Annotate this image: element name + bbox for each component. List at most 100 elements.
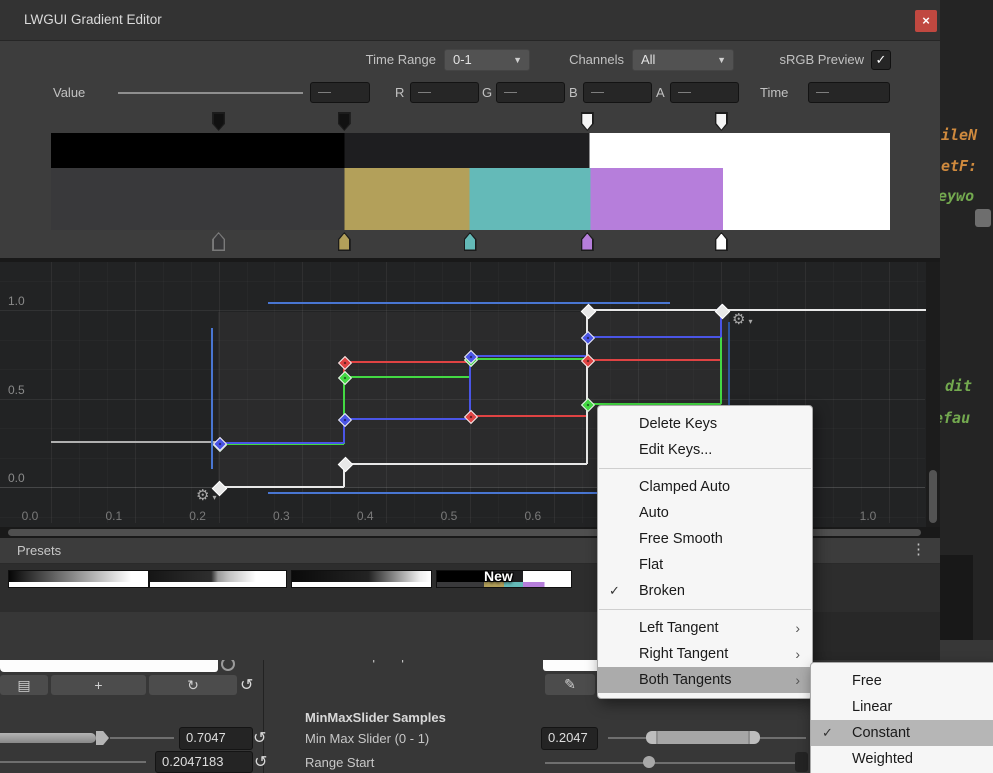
gradient-color-key[interactable] <box>581 232 594 251</box>
menu-item-linear[interactable]: Linear <box>811 694 993 720</box>
gradient-alpha-key[interactable] <box>212 112 225 131</box>
gradient-color-key[interactable] <box>715 232 728 251</box>
srgb-preview-checkbox[interactable]: ✓ <box>871 50 891 70</box>
slider-track-2[interactable] <box>0 761 146 763</box>
vertical-scrollbar-thumb[interactable] <box>929 470 937 523</box>
time-range-dropdown[interactable]: 0-1 ▼ <box>444 49 530 71</box>
menu-item-label: Clamped Auto <box>639 479 730 495</box>
gradient-color-key-fill <box>582 234 592 250</box>
key-center-dot <box>470 356 473 359</box>
a-field[interactable]: — <box>670 82 739 103</box>
time-field[interactable]: — <box>808 82 890 103</box>
gradient-alpha-key-fill <box>582 114 592 130</box>
x-axis-tick: 1.0 <box>853 509 883 523</box>
code-scrollbar-thumb[interactable] <box>975 209 991 227</box>
menu-item-free[interactable]: Free <box>811 668 993 694</box>
menu-item-free-smooth[interactable]: Free Smooth <box>598 526 812 552</box>
titlebar[interactable]: LWGUI Gradient Editor <box>0 0 940 41</box>
time-label: Time <box>760 82 800 104</box>
gear-icon[interactable]: ⚙ <box>196 488 209 503</box>
r-field[interactable]: — <box>410 82 479 103</box>
menu-item-label: Weighted <box>852 751 913 767</box>
menu-item-left-tangent[interactable]: Left Tangent› <box>598 615 812 641</box>
key-center-dot <box>344 376 347 379</box>
menu-item-both-tangents[interactable]: Both Tangents› <box>598 667 812 693</box>
range-start-handle[interactable] <box>643 756 655 768</box>
kebab-menu-icon[interactable]: ⋮ <box>911 540 926 558</box>
minmax-value-field[interactable]: 0.2047 <box>541 727 598 750</box>
save-button[interactable]: ▤ <box>0 675 48 695</box>
new-preset-button[interactable]: New <box>484 568 513 584</box>
submenu-arrow-icon: › <box>795 641 800 667</box>
gradient-color-key[interactable] <box>338 232 351 251</box>
menu-item-label: Constant <box>852 725 910 741</box>
range-start-field[interactable] <box>795 752 808 772</box>
gradient-color-key[interactable] <box>212 232 225 251</box>
menu-item-weighted[interactable]: Weighted <box>811 746 993 772</box>
preset-swatch[interactable] <box>8 570 149 588</box>
x-axis-tick: 0.1 <box>99 509 129 523</box>
x-axis-tick: 0.3 <box>266 509 296 523</box>
add-button[interactable]: + <box>51 675 146 695</box>
close-button[interactable]: × <box>915 10 937 32</box>
menu-item-delete-keys[interactable]: Delete Keys <box>598 411 812 437</box>
key-center-dot <box>587 337 590 340</box>
menu-item-edit-keys[interactable]: Edit Keys... <box>598 437 812 463</box>
slider-track[interactable] <box>110 737 174 739</box>
range-value-field[interactable]: 0.2047183 <box>155 751 253 773</box>
x-axis-tick: 0.2 <box>183 509 213 523</box>
menu-item-broken[interactable]: Broken✓ <box>598 578 812 604</box>
channels-value: All <box>641 52 655 67</box>
undo-icon[interactable]: ↺ <box>253 728 266 748</box>
gradient-alpha-key[interactable] <box>338 112 351 131</box>
gradient-color-key-fill <box>214 234 224 250</box>
range-start-label: Range Start <box>305 755 374 770</box>
x-axis-tick: 0.6 <box>518 509 548 523</box>
y-axis-tick: 1.0 <box>8 294 25 308</box>
menu-item-auto[interactable]: Auto <box>598 500 812 526</box>
preset-swatch[interactable] <box>291 570 432 588</box>
menu-item-clamped-auto[interactable]: Clamped Auto <box>598 474 812 500</box>
minmax-track-right[interactable] <box>760 737 806 739</box>
b-field[interactable]: — <box>583 82 652 103</box>
minmax-slider-bar[interactable] <box>646 731 760 744</box>
g-field[interactable]: — <box>496 82 565 103</box>
gradient-color-key[interactable] <box>464 232 477 251</box>
menu-item-flat[interactable]: Flat <box>598 552 812 578</box>
refresh-button[interactable]: ↻ <box>149 675 237 695</box>
submenu-arrow-icon: › <box>795 667 800 693</box>
minmax-slider-label: Min Max Slider (0 - 1) <box>305 731 429 746</box>
channels-dropdown[interactable]: All ▼ <box>632 49 734 71</box>
menu-item-label: Edit Keys... <box>639 442 712 458</box>
value-label: Value <box>53 82 93 104</box>
y-axis-tick: 0.5 <box>8 383 25 397</box>
menu-item-constant[interactable]: Constant ✓ <box>811 720 993 746</box>
code-text: eywo <box>938 187 974 205</box>
value-slider[interactable] <box>118 92 303 94</box>
range-start-track[interactable] <box>545 762 806 764</box>
key-center-dot <box>344 362 347 365</box>
submenu-arrow-icon: › <box>795 615 800 641</box>
minmax-track-left[interactable] <box>608 737 646 739</box>
x-axis-tick: 0.0 <box>15 509 45 523</box>
gradient-alpha-key[interactable] <box>715 112 728 131</box>
menu-item-label: Right Tangent <box>639 646 728 662</box>
gear-icon[interactable]: ⚙ <box>732 312 745 327</box>
gradient-color-key-fill <box>716 234 726 250</box>
menu-item-label: Free Smooth <box>639 531 723 547</box>
value-field[interactable]: — <box>310 82 370 103</box>
preset-swatch[interactable] <box>149 570 287 588</box>
gradient-color-strip[interactable] <box>51 168 890 230</box>
gradient-alpha-key[interactable] <box>581 112 594 131</box>
pencil-button[interactable]: ✎ <box>545 674 595 695</box>
undo-icon[interactable]: ↺ <box>254 752 267 772</box>
slider-value-field[interactable]: 0.7047 <box>179 727 253 750</box>
gradient-alpha-key-fill <box>716 114 726 130</box>
menu-item-right-tangent[interactable]: Right Tangent › <box>598 641 812 667</box>
slider-fill[interactable] <box>0 733 96 743</box>
minmax-samples-header: MinMaxSlider Samples <box>305 710 446 725</box>
time-range-value: 0-1 <box>453 52 472 67</box>
undo-icon[interactable]: ↺ <box>240 675 253 695</box>
gradient-alpha-strip[interactable] <box>51 133 890 168</box>
check-icon: ✓ <box>822 720 833 746</box>
